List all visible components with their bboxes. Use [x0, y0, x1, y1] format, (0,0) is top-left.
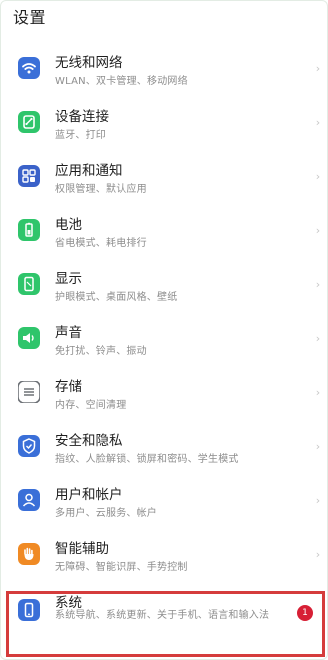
settings-item-label: 智能辅助	[55, 541, 109, 557]
settings-item-subtitle: 多用户、云服务、帐户	[55, 508, 157, 519]
settings-item-subtitle: 内存、空间清理	[55, 400, 127, 411]
page-title: 设置	[13, 8, 47, 27]
notification-badge: 1	[297, 605, 313, 621]
chevron-right-icon: ›	[315, 277, 321, 291]
device-link-icon	[18, 111, 40, 133]
settings-item-smart-assist[interactable]: 智能辅助 无障碍、智能识屏、手势控制 ›	[1, 529, 327, 583]
display-icon	[18, 273, 40, 295]
chevron-right-icon: ›	[315, 493, 321, 507]
settings-item-sound[interactable]: 声音 免打扰、铃声、振动 ›	[1, 313, 327, 367]
settings-item-subtitle: 权限管理、默认应用	[55, 184, 147, 195]
chevron-right-icon: ›	[315, 223, 321, 237]
user-icon	[18, 489, 40, 511]
settings-item-subtitle: 省电模式、耗电排行	[55, 238, 147, 249]
shield-icon	[18, 435, 40, 457]
settings-item-label: 用户和帐户	[55, 487, 123, 503]
settings-item-label: 应用和通知	[55, 163, 123, 179]
speaker-icon	[18, 327, 40, 349]
settings-item-subtitle: 免打扰、铃声、振动	[55, 346, 147, 357]
chevron-right-icon: ›	[315, 439, 321, 453]
settings-list: 无线和网络 WLAN、双卡管理、移动网络 › 设备连接 蓝牙、打印 › 应用和通…	[1, 43, 327, 649]
settings-item-label: 系统	[55, 595, 82, 611]
chevron-right-icon: ›	[315, 331, 321, 345]
settings-item-security-privacy[interactable]: 安全和隐私 指纹、人脸解锁、锁屏和密码、学生模式 ›	[1, 421, 327, 475]
chevron-right-icon: ›	[315, 61, 321, 75]
settings-item-subtitle: WLAN、双卡管理、移动网络	[55, 76, 188, 87]
settings-item-battery[interactable]: 电池 省电模式、耗电排行 ›	[1, 205, 327, 259]
settings-item-system[interactable]: 系统 系统导航、系统更新、关于手机、语言和输入法 1	[1, 583, 327, 649]
chevron-right-icon: ›	[315, 547, 321, 561]
settings-item-apps-notifications[interactable]: 应用和通知 权限管理、默认应用 ›	[1, 151, 327, 205]
wifi-icon	[18, 57, 40, 79]
settings-item-users-accounts[interactable]: 用户和帐户 多用户、云服务、帐户 ›	[1, 475, 327, 529]
settings-item-display[interactable]: 显示 护眼模式、桌面风格、壁纸 ›	[1, 259, 327, 313]
settings-item-storage[interactable]: 存储 内存、空间清理 ›	[1, 367, 327, 421]
settings-item-wireless-network[interactable]: 无线和网络 WLAN、双卡管理、移动网络 ›	[1, 43, 327, 97]
page-header: 设置	[13, 3, 46, 33]
settings-item-label: 声音	[55, 325, 82, 341]
chevron-right-icon: ›	[315, 169, 321, 183]
settings-item-label: 电池	[55, 217, 82, 233]
settings-item-label: 安全和隐私	[55, 433, 123, 449]
settings-item-subtitle: 无障碍、智能识屏、手势控制	[55, 562, 188, 573]
chevron-right-icon: ›	[315, 115, 321, 129]
hand-icon	[18, 543, 40, 565]
settings-item-subtitle: 指纹、人脸解锁、锁屏和密码、学生模式	[55, 454, 239, 465]
settings-item-label: 显示	[55, 271, 82, 287]
settings-screen: 设置 无线和网络 WLAN、双卡管理、移动网络 › 设备连接 蓝牙、打印 › 应…	[0, 0, 328, 660]
settings-item-subtitle: 系统导航、系统更新、关于手机、语言和输入法	[55, 610, 270, 621]
storage-icon	[18, 381, 40, 403]
settings-item-subtitle: 护眼模式、桌面风格、壁纸	[55, 292, 178, 303]
chevron-right-icon: ›	[315, 385, 321, 399]
settings-item-subtitle: 蓝牙、打印	[55, 130, 106, 141]
settings-item-label: 无线和网络	[55, 55, 123, 71]
settings-item-device-connection[interactable]: 设备连接 蓝牙、打印 ›	[1, 97, 327, 151]
battery-icon	[18, 219, 40, 241]
apps-grid-icon	[18, 165, 40, 187]
settings-item-label: 存储	[55, 379, 82, 395]
settings-item-label: 设备连接	[55, 109, 109, 125]
phone-system-icon	[18, 599, 40, 621]
